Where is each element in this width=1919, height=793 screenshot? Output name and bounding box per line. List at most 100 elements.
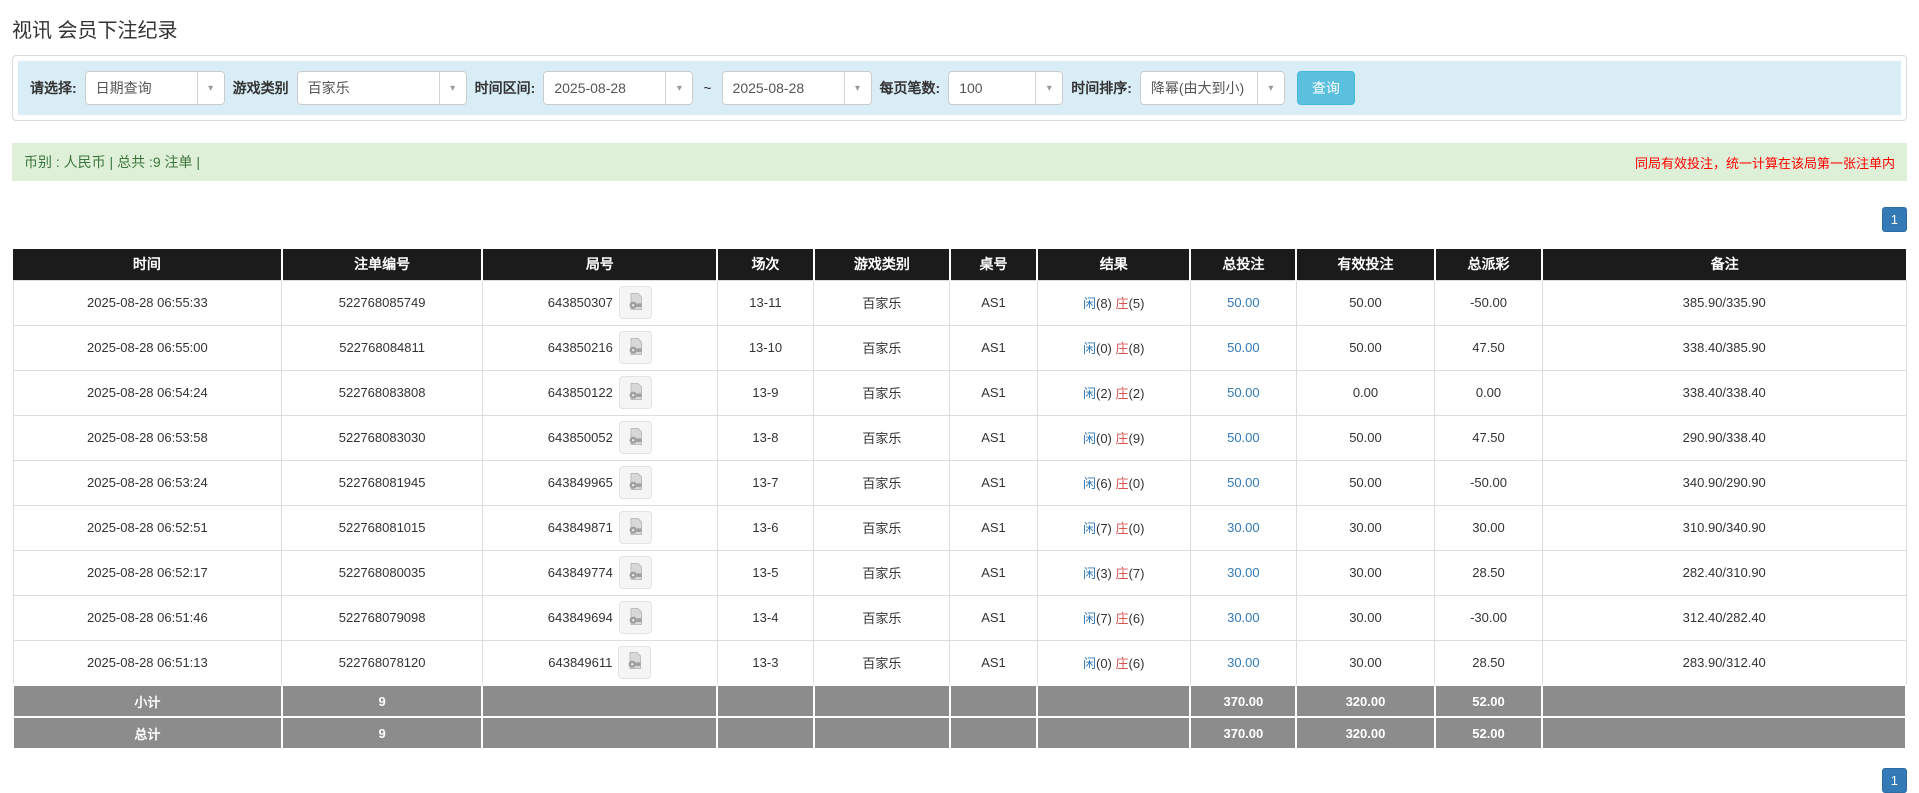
total-bet-link[interactable]: 30.00 xyxy=(1227,610,1260,625)
round-id-group: 643849694 xyxy=(548,601,652,634)
video-replay-button[interactable] xyxy=(618,331,652,364)
date-to-select[interactable]: 2025-08-28 ▾ xyxy=(721,71,872,105)
total-row-session xyxy=(716,716,815,750)
cell-valid-bet: 50.00 xyxy=(1295,414,1436,461)
total-bet-link[interactable]: 50.00 xyxy=(1227,430,1260,445)
cell-round-id: 643849611 xyxy=(481,639,718,686)
round-id-group: 643850307 xyxy=(548,286,652,319)
page-button-1[interactable]: 1 xyxy=(1881,768,1907,793)
cell-total-bet: 50.00 xyxy=(1189,324,1297,371)
cell-session: 13-6 xyxy=(716,504,815,551)
result-player-label: 闲 xyxy=(1082,341,1096,356)
date-range-label: 时间区间: xyxy=(474,80,536,96)
round-id-value: 643849871 xyxy=(547,520,613,535)
cell-bet-id: 522768080035 xyxy=(281,549,483,596)
table-row: 2025-08-28 06:55:00 522768084811 643850216… xyxy=(12,324,1907,371)
cell-valid-bet: 30.00 xyxy=(1295,639,1436,686)
subtotal-row-payout: 52.00 xyxy=(1433,684,1544,718)
subtotal-row-table xyxy=(948,684,1039,718)
table-row: 2025-08-28 06:51:13 522768078120 643849611… xyxy=(12,639,1907,686)
chevron-down-icon: ▾ xyxy=(1035,72,1062,104)
round-id-value: 643850307 xyxy=(547,295,613,310)
column-header-5: 桌号 xyxy=(949,249,1039,280)
video-replay-button[interactable] xyxy=(618,466,652,499)
video-icon xyxy=(626,382,645,404)
query-type-select[interactable]: 日期查询 ▾ xyxy=(84,71,225,105)
page-title: 视讯 会员下注纪录 xyxy=(12,20,178,42)
video-replay-button[interactable] xyxy=(618,511,652,544)
chevron-down-icon: ▾ xyxy=(843,72,871,104)
cell-time: 2025-08-28 06:51:46 xyxy=(12,594,283,641)
column-header-1: 注单编号 xyxy=(281,249,484,280)
cell-valid-bet: 30.00 xyxy=(1295,549,1436,596)
cell-time: 2025-08-28 06:55:33 xyxy=(12,279,283,326)
page-size-select[interactable]: 100 ▾ xyxy=(948,71,1064,105)
cell-bet-id: 522768083808 xyxy=(281,369,483,416)
result-banker-count: (7) xyxy=(1128,566,1145,581)
cell-payout: 28.50 xyxy=(1434,549,1543,596)
game-category-select[interactable]: 百家乐 ▾ xyxy=(296,71,467,105)
cell-session: 13-5 xyxy=(716,549,815,596)
cell-round-id: 643850216 xyxy=(481,324,718,371)
cell-remark: 290.90/338.40 xyxy=(1541,414,1907,461)
total-bet-link[interactable]: 30.00 xyxy=(1227,655,1260,670)
game-category-label: 游戏类别 xyxy=(232,80,289,96)
search-button[interactable]: 查询 xyxy=(1296,71,1355,105)
table-row: 2025-08-28 06:52:17 522768080035 643849774… xyxy=(12,549,1907,596)
total-bet-link[interactable]: 50.00 xyxy=(1227,295,1260,310)
round-id-value: 643850052 xyxy=(547,430,613,445)
cell-remark: 282.40/310.90 xyxy=(1541,549,1907,596)
cell-result: 闲(0) 庄(6) xyxy=(1036,639,1191,686)
cell-session: 13-7 xyxy=(716,459,815,506)
cell-result: 闲(0) 庄(9) xyxy=(1036,414,1191,461)
total-bet-link[interactable]: 50.00 xyxy=(1227,385,1260,400)
cell-payout: 47.50 xyxy=(1434,414,1543,461)
cell-total-bet: 50.00 xyxy=(1189,279,1297,326)
result-banker-label: 庄 xyxy=(1115,655,1129,671)
round-id-group: 643849871 xyxy=(548,511,652,544)
cell-time: 2025-08-28 06:53:24 xyxy=(12,459,283,506)
time-sort-select[interactable]: 降幂(由大到小) ▾ xyxy=(1139,71,1285,105)
result-player-label: 闲 xyxy=(1082,476,1096,491)
total-bet-link[interactable]: 30.00 xyxy=(1227,565,1260,580)
chevron-down-icon: ▾ xyxy=(196,72,224,104)
video-replay-button[interactable] xyxy=(618,286,652,319)
cell-remark: 312.40/282.40 xyxy=(1541,594,1907,641)
total-row-result xyxy=(1036,716,1192,750)
date-to-value: 2025-08-28 xyxy=(732,80,805,96)
round-id-value: 643849774 xyxy=(547,565,613,580)
result-banker-count: (5) xyxy=(1128,296,1145,311)
cell-payout: 28.50 xyxy=(1434,639,1543,686)
page-button-1[interactable]: 1 xyxy=(1881,207,1907,232)
total-bet-link[interactable]: 30.00 xyxy=(1227,520,1260,535)
subtotal-row: 小计 9 370.00 320.00 52.00 xyxy=(12,684,1907,718)
result-banker-label: 庄 xyxy=(1115,386,1129,401)
cell-game-category: 百家乐 xyxy=(813,594,951,641)
video-replay-button[interactable] xyxy=(618,376,652,409)
total-bet-link[interactable]: 50.00 xyxy=(1227,340,1260,355)
round-id-group: 643850122 xyxy=(548,376,652,409)
cell-time: 2025-08-28 06:51:13 xyxy=(12,639,283,686)
video-replay-button[interactable] xyxy=(618,556,652,589)
page-size-value: 100 xyxy=(959,80,983,96)
subtotal-row-total-bet: 370.00 xyxy=(1189,684,1298,718)
round-id-value: 643849965 xyxy=(547,475,613,490)
result-player-count: (7) xyxy=(1096,521,1112,536)
cell-result: 闲(8) 庄(5) xyxy=(1036,279,1191,326)
result-player-label: 闲 xyxy=(1082,611,1096,626)
subtotal-row-round xyxy=(481,684,719,718)
video-replay-button[interactable] xyxy=(618,601,652,634)
cell-total-bet: 30.00 xyxy=(1189,639,1297,686)
video-replay-button[interactable] xyxy=(618,421,652,454)
cell-payout: -50.00 xyxy=(1434,459,1543,506)
result-player-count: (3) xyxy=(1096,566,1112,581)
video-replay-button[interactable] xyxy=(618,645,652,679)
cell-payout: -50.00 xyxy=(1434,279,1543,326)
total-bet-link[interactable]: 50.00 xyxy=(1227,475,1260,490)
video-icon xyxy=(626,607,645,629)
cell-total-bet: 50.00 xyxy=(1189,459,1297,506)
summary-currency-count: 币别 : 人民币 | 总共 :9 注单 | xyxy=(24,154,201,170)
cell-result: 闲(6) 庄(0) xyxy=(1036,459,1191,506)
date-from-select[interactable]: 2025-08-28 ▾ xyxy=(543,71,694,105)
cell-time: 2025-08-28 06:55:00 xyxy=(12,324,283,371)
